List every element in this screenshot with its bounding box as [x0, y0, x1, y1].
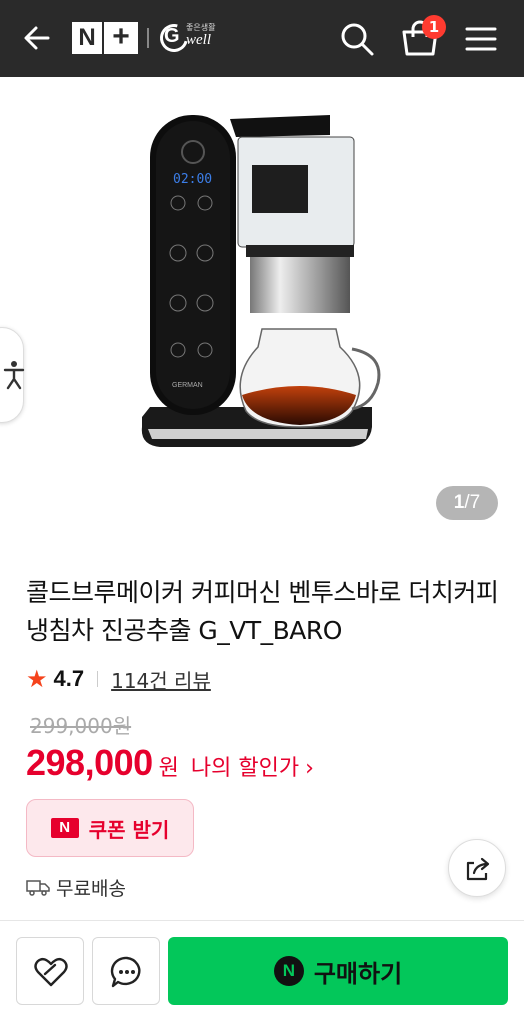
store-logo-g: G	[164, 25, 180, 47]
talktalk-button[interactable]	[92, 937, 160, 1005]
accessibility-icon	[3, 361, 25, 390]
rating-row: ★ 4.7 114건 리뷰	[26, 664, 211, 694]
shipping-info: 무료배송	[26, 874, 126, 900]
accessibility-tab[interactable]	[0, 327, 25, 423]
coupon-label: 쿠폰 받기	[88, 817, 170, 842]
buy-button[interactable]: N 구매하기	[168, 937, 508, 1005]
review-link[interactable]: 114건 리뷰	[111, 665, 211, 694]
star-icon: ★	[26, 665, 48, 693]
original-price: 299,000원	[30, 714, 132, 738]
share-icon	[466, 857, 490, 881]
logo-plus: +	[104, 22, 138, 54]
search-icon[interactable]	[338, 20, 376, 58]
sale-price: 298,000	[26, 742, 153, 783]
my-discount-link[interactable]: 나의 할인가	[191, 750, 299, 782]
buy-label: 구매하기	[313, 959, 403, 988]
naver-plus-logo[interactable]: N +	[72, 22, 138, 54]
price-currency: 원	[158, 756, 179, 781]
current-page: 1	[453, 492, 465, 513]
chat-bubble-icon	[110, 956, 141, 988]
heart-icon	[34, 957, 68, 987]
share-button[interactable]	[448, 839, 506, 897]
product-title: 콜드브루메이커 커피머신 벤투스바로 더치커피 냉침차 진공추출 G_VT_BA…	[26, 578, 499, 645]
store-logo[interactable]: G 좋은생활 well	[154, 18, 224, 58]
naver-pay-icon: N	[273, 956, 304, 986]
store-logo-word: well	[186, 32, 211, 48]
coupon-button[interactable]: N 쿠폰 받기	[26, 799, 194, 857]
naver-coupon-icon: N	[50, 818, 79, 838]
rating-value: 4.7	[53, 666, 85, 691]
product-image[interactable]: 02:00 GERMAN	[0, 77, 524, 549]
price-row[interactable]: 298,000 원 나의 할인가 ›	[26, 742, 314, 790]
machine-brand: GERMAN	[172, 382, 203, 389]
coffee-machine-image: 02:00 GERMAN	[141, 115, 381, 447]
logo-n: N	[72, 22, 102, 54]
rating-divider	[97, 671, 99, 687]
display-readout: 02:00	[173, 172, 212, 187]
chevron-right-icon: ›	[305, 756, 314, 781]
header-divider	[147, 28, 149, 48]
total-pages: 7	[469, 492, 481, 513]
wishlist-button[interactable]	[16, 937, 84, 1005]
menu-icon[interactable]	[464, 24, 498, 54]
truck-icon	[26, 880, 50, 896]
cart-count-badge: 1	[422, 15, 446, 39]
top-header: N + G 좋은생활 well 1	[0, 0, 524, 77]
shipping-label: 무료배송	[56, 877, 126, 900]
image-page-indicator: 1/7	[436, 486, 498, 520]
back-arrow-icon[interactable]	[20, 20, 54, 56]
bottom-action-bar: N 구매하기	[0, 920, 524, 1024]
